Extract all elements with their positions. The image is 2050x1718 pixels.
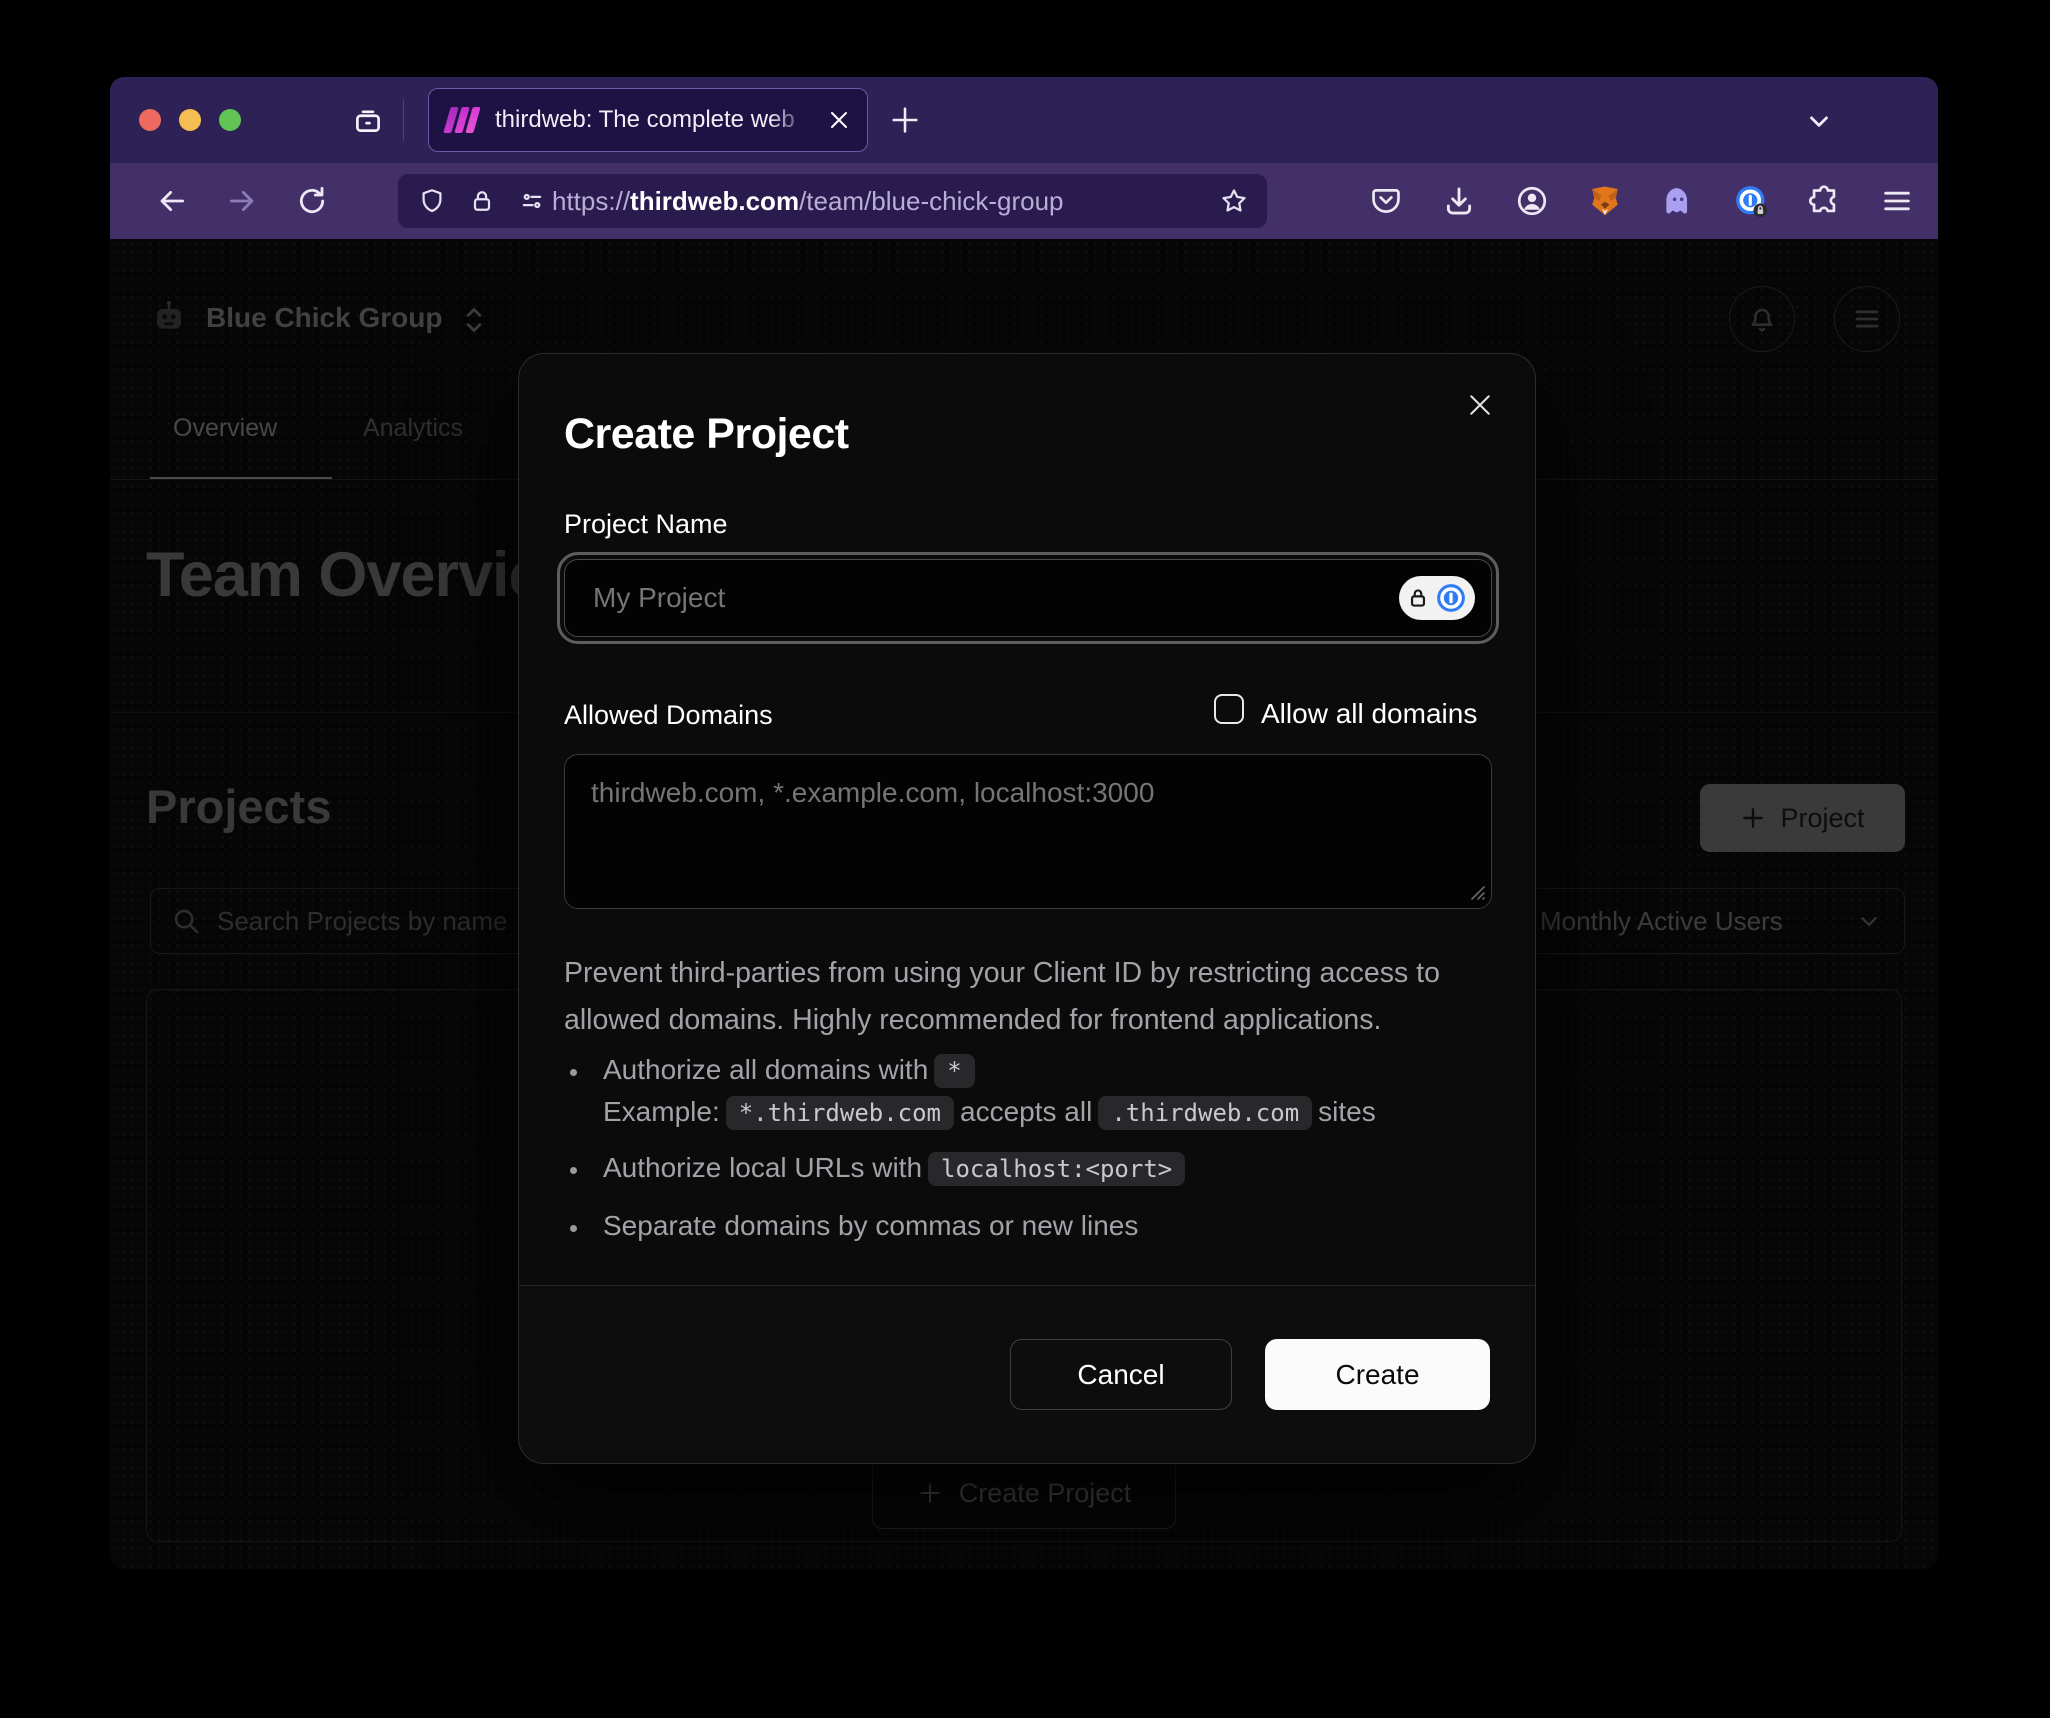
plus-icon [917,1480,943,1506]
modal-title: Create Project [564,410,849,459]
onepassword-icon[interactable] [1734,184,1768,218]
list-item: Authorize local URLs withlocalhost:<port… [564,1152,1484,1186]
notification-bell-button[interactable] [1729,286,1795,352]
code-chip: .thirdweb.com [1098,1096,1312,1130]
list-item-example: Example:*.thirdweb.comaccepts all.thirdw… [603,1096,1484,1130]
team-avatar [150,297,188,335]
list-item: Authorize all domains with* [564,1054,1484,1088]
tab-analytics[interactable]: Analytics [363,414,463,443]
url-bar[interactable]: https://thirdweb.com/team/blue-chick-gro… [398,174,1267,228]
window-zoom-button[interactable] [219,109,241,131]
new-tab-button[interactable] [888,103,922,137]
code-chip: * [934,1054,974,1088]
projects-heading: Projects [146,779,331,834]
resize-handle-icon[interactable] [1464,879,1488,903]
browser-tab[interactable]: thirdweb: The complete web3 de [428,88,868,152]
project-name-label: Project Name [564,509,728,540]
domains-help-list: Authorize all domains with* Example:*.th… [564,1054,1484,1242]
reload-button[interactable] [296,185,328,217]
modal-close-icon[interactable] [1465,390,1495,420]
tab-title: thirdweb: The complete web3 de [495,106,795,134]
code-chip: localhost:<port> [928,1152,1185,1186]
lock-icon[interactable] [468,187,496,215]
cancel-button[interactable]: Cancel [1010,1339,1232,1410]
search-placeholder: Search Projects by name [217,906,507,937]
menu-hamburger-icon[interactable] [1880,184,1914,218]
titlebar-separator [403,99,404,141]
empty-state-create-project-button[interactable]: Create Project [872,1457,1176,1529]
allowed-domains-label: Allowed Domains [564,700,773,731]
sort-dropdown[interactable]: Monthly Active Users [1517,888,1905,954]
forward-button[interactable] [226,185,258,217]
create-project-modal: Create Project Project Name Allowed Doma… [518,353,1536,1464]
team-switcher-chevron-icon[interactable] [460,303,488,337]
extensions-puzzle-icon[interactable] [1807,184,1841,218]
download-icon[interactable] [1442,184,1476,218]
phantom-icon[interactable] [1661,184,1695,218]
browser-toolbar: https://thirdweb.com/team/blue-chick-gro… [110,163,1938,239]
tracking-shield-icon[interactable] [418,187,446,215]
add-project-button[interactable]: Project [1700,784,1905,852]
metamask-icon[interactable] [1588,184,1622,218]
permissions-icon[interactable] [518,187,546,215]
account-icon[interactable] [1515,184,1549,218]
tab-close-icon[interactable] [827,108,851,132]
bookmark-star-icon[interactable] [1219,186,1249,216]
url-text: https://thirdweb.com/team/blue-chick-gro… [552,186,1219,217]
modal-footer: Cancel Create [519,1285,1535,1463]
list-item: Separate domains by commas or new lines [564,1210,1484,1242]
window-close-button[interactable] [139,109,161,131]
project-name-input[interactable] [564,559,1492,637]
create-button[interactable]: Create [1265,1339,1490,1410]
back-button[interactable] [156,185,188,217]
onepassword-inline-icon[interactable] [1399,576,1475,620]
code-chip: *.thirdweb.com [726,1096,954,1130]
chevron-down-icon [1856,908,1882,934]
page-menu-button[interactable] [1834,286,1900,352]
pocket-icon[interactable] [1369,184,1403,218]
team-switcher[interactable]: Blue Chick Group [206,302,442,334]
thirdweb-favicon-icon [447,106,481,134]
allow-all-domains-checkbox[interactable] [1214,694,1244,724]
allow-all-domains-label: Allow all domains [1261,698,1477,730]
domains-description: Prevent third-parties from using your Cl… [564,950,1464,1044]
window-minimize-button[interactable] [179,109,201,131]
tab-list-chevron-icon[interactable] [1804,106,1834,136]
titlebar: thirdweb: The complete web3 de [110,77,1938,163]
plus-icon [1740,805,1766,831]
search-icon [171,906,201,936]
allowed-domains-textarea[interactable] [564,754,1492,909]
firefox-view-icon[interactable] [351,103,385,137]
tab-overview[interactable]: Overview [173,414,277,443]
